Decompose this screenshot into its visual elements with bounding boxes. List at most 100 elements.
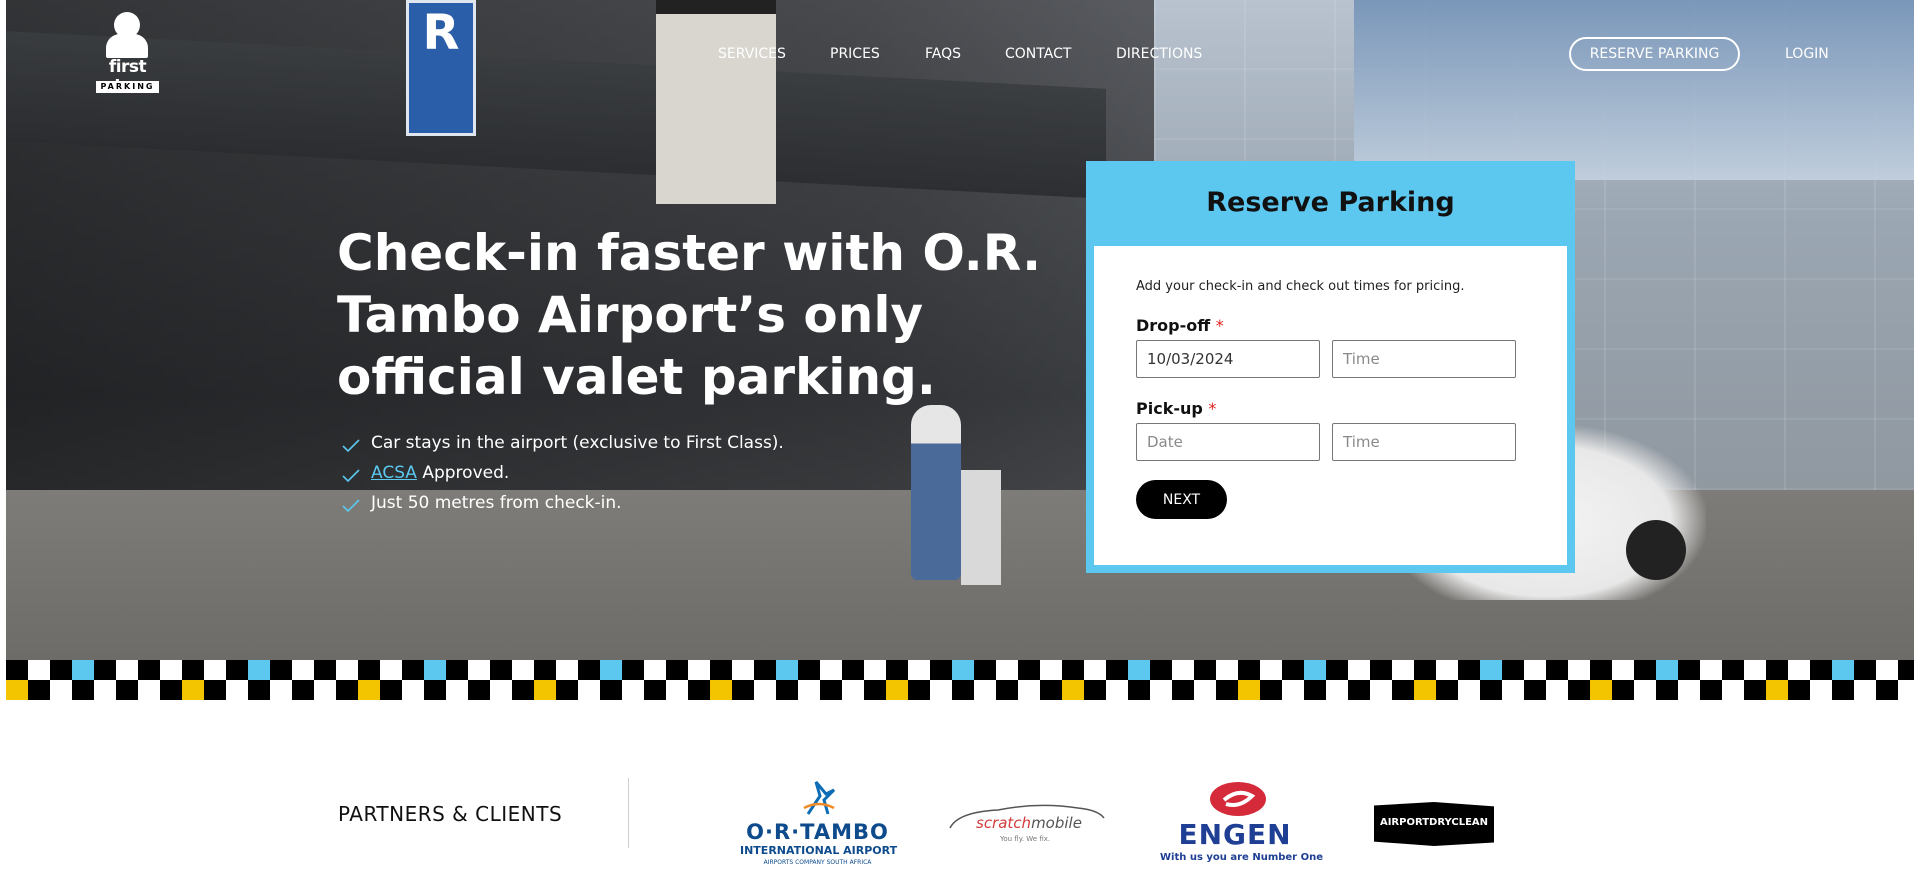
checker-cell	[292, 680, 314, 700]
checker-cell	[1172, 680, 1194, 700]
checker-cell	[974, 660, 996, 680]
checker-cell	[798, 680, 820, 700]
pickup-label-text: Pick-up	[1136, 399, 1203, 418]
scratch-part: scratch	[976, 814, 1032, 832]
pickup-date-input[interactable]	[1136, 423, 1320, 461]
required-mark: *	[1215, 316, 1224, 335]
checker-cell	[1898, 680, 1914, 700]
pickup-time-input[interactable]	[1332, 423, 1516, 461]
feature-text-rest: Approved.	[416, 463, 510, 483]
checker-cell	[1106, 660, 1128, 680]
checker-cell	[1150, 660, 1172, 680]
checker-cell	[600, 680, 622, 700]
checker-cell	[314, 660, 336, 680]
reserve-parking-button[interactable]: RESERVE PARKING	[1569, 37, 1740, 71]
checker-cell	[1194, 680, 1216, 700]
checker-cell	[1062, 660, 1084, 680]
checker-cell	[578, 680, 600, 700]
checker-cell	[1238, 680, 1260, 700]
checker-cell	[1788, 680, 1810, 700]
ortambo-sub: INTERNATIONAL AIRPORT	[740, 844, 898, 857]
checker-cell	[556, 680, 578, 700]
nav-directions[interactable]: DIRECTIONS	[1116, 46, 1202, 62]
mobile-part: mobile	[1031, 814, 1082, 832]
checker-cell	[94, 660, 116, 680]
checker-cell	[358, 680, 380, 700]
checker-cell	[138, 680, 160, 700]
acsa-link[interactable]: ACSA	[371, 463, 417, 483]
checker-cell	[1128, 660, 1150, 680]
background-parking-sign: R	[406, 0, 476, 136]
checker-cell	[1414, 680, 1436, 700]
checker-cell	[72, 660, 94, 680]
checker-cell	[1854, 660, 1876, 680]
checker-cell	[1634, 660, 1656, 680]
checker-cell	[842, 680, 864, 700]
dropoff-label-text: Drop-off	[1136, 316, 1211, 335]
checker-cell	[556, 660, 578, 680]
scratchmobile-name: scratchmobile	[976, 814, 1082, 832]
reserve-parking-card: Reserve Parking Add your check-in and ch…	[1086, 161, 1575, 573]
checker-cell	[600, 660, 622, 680]
ortambo-logo: O·R·TAMBO INTERNATIONAL AIRPORT AIRPORTS…	[740, 778, 898, 870]
checker-cell	[50, 680, 72, 700]
logo-valet-body-icon	[106, 34, 148, 58]
checker-cell	[424, 660, 446, 680]
checker-cell	[1744, 680, 1766, 700]
background-sign-letter: R	[422, 5, 460, 61]
checker-cell	[6, 680, 28, 700]
ortambo-figure-icon	[803, 781, 836, 815]
checker-cell	[1700, 660, 1722, 680]
background-box	[961, 470, 1001, 585]
checker-cell	[1766, 680, 1788, 700]
ortambo-name: O·R·TAMBO	[746, 820, 889, 844]
card-title: Reserve Parking	[1206, 187, 1455, 218]
next-button[interactable]: NEXT	[1136, 480, 1227, 519]
nav-faqs[interactable]: FAQS	[925, 46, 961, 62]
checker-cell	[1502, 660, 1524, 680]
nav-prices[interactable]: PRICES	[830, 46, 880, 62]
checker-cell	[468, 680, 490, 700]
checker-cell	[512, 660, 534, 680]
checker-cell	[886, 660, 908, 680]
nav-services[interactable]: SERVICES	[718, 46, 786, 62]
checker-cell	[1590, 660, 1612, 680]
checker-cell	[1392, 680, 1414, 700]
feature-text: Car stays in the airport (exclusive to F…	[371, 433, 784, 453]
checker-cell	[1370, 680, 1392, 700]
airportdryclean-name: AIRPORTDRYCLEAN	[1379, 817, 1489, 828]
checker-cell	[1788, 660, 1810, 680]
dropoff-time-input[interactable]	[1332, 340, 1516, 378]
checker-cell	[1348, 660, 1370, 680]
checker-cell	[402, 660, 424, 680]
checker-cell	[1810, 660, 1832, 680]
checker-cell	[1766, 660, 1788, 680]
checker-cell	[1062, 680, 1084, 700]
checker-cell	[6, 660, 28, 680]
partners-divider	[628, 778, 629, 848]
checker-cell	[248, 660, 270, 680]
checker-cell	[1128, 680, 1150, 700]
checker-cell	[534, 660, 556, 680]
checker-cell	[1458, 660, 1480, 680]
checker-cell	[1084, 680, 1106, 700]
login-link[interactable]: LOGIN	[1785, 46, 1829, 62]
checker-cell	[1216, 680, 1238, 700]
nav-contact[interactable]: CONTACT	[1005, 46, 1071, 62]
checker-cell	[1898, 660, 1914, 680]
checker-cell	[116, 660, 138, 680]
checker-cell	[864, 680, 886, 700]
checker-cell	[402, 680, 424, 700]
checker-cell	[1590, 680, 1612, 700]
checker-cell	[1414, 660, 1436, 680]
checker-cell	[1458, 680, 1480, 700]
checker-cell	[886, 680, 908, 700]
pickup-label: Pick-up *	[1136, 399, 1216, 418]
dropoff-date-input[interactable]	[1136, 340, 1320, 378]
site-logo[interactable]: first class PARKING	[90, 12, 165, 97]
dropoff-label: Drop-off *	[1136, 316, 1224, 335]
checker-cell	[512, 680, 534, 700]
card-note: Add your check-in and check out times fo…	[1136, 279, 1465, 294]
background-board	[656, 0, 776, 204]
checker-cell	[1568, 660, 1590, 680]
